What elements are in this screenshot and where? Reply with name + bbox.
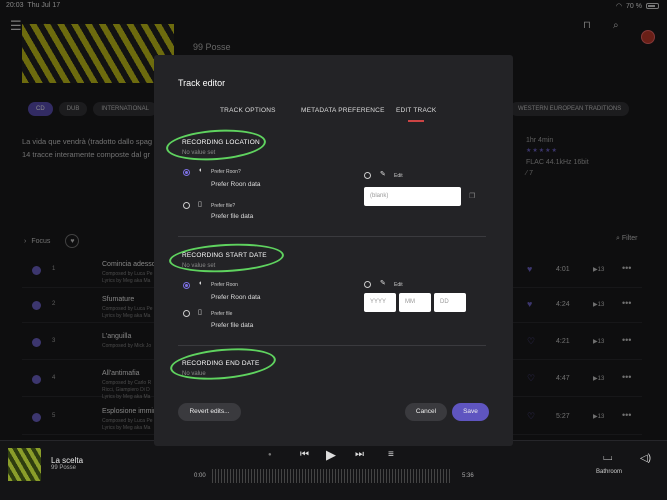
tab-track-options[interactable]: TRACK OPTIONS	[220, 107, 276, 114]
cancel-button[interactable]: Cancel	[405, 403, 447, 421]
prefer-roon-radio[interactable]	[183, 169, 190, 176]
now-playing-title[interactable]: La scelta	[51, 456, 83, 465]
divider	[178, 345, 486, 346]
revert-edits-button[interactable]: Revert edits...	[178, 403, 241, 421]
year-input[interactable]: YYYY	[364, 293, 396, 312]
roon-icon: ◖	[198, 280, 203, 287]
tab-metadata-preference[interactable]: METADATA PREFERENCE	[301, 107, 385, 114]
now-playing-artist[interactable]: 99 Posse	[51, 465, 76, 471]
copy-icon[interactable]: ❐	[469, 192, 475, 200]
file-icon: ▯	[198, 309, 202, 316]
dialog-title: Track editor	[178, 78, 226, 88]
save-button[interactable]: Save	[452, 403, 489, 421]
previous-icon[interactable]: ⏮	[300, 449, 309, 460]
edit-radio[interactable]	[364, 172, 371, 179]
seek-waveform[interactable]	[212, 469, 452, 483]
volume-icon[interactable]: ◁)	[640, 453, 651, 464]
now-playing-art[interactable]	[8, 448, 41, 481]
pencil-icon: ✎	[380, 280, 386, 287]
tab-edit-track[interactable]: EDIT TRACK	[396, 107, 436, 122]
tab-bar: TRACK OPTIONS METADATA PREFERENCE EDIT T…	[154, 107, 513, 125]
month-input[interactable]: MM	[399, 293, 431, 312]
prefer-file-radio[interactable]	[183, 202, 190, 209]
next-icon[interactable]: ⏭	[355, 449, 364, 460]
roon-icon: ◖	[198, 167, 203, 174]
file-icon: ▯	[198, 201, 202, 208]
recording-location-input[interactable]: (blank)	[364, 187, 461, 206]
queue-icon[interactable]: ≡	[388, 449, 394, 460]
zone-name[interactable]: Bathroom	[596, 469, 622, 475]
pencil-icon: ✎	[380, 171, 386, 178]
edit-radio[interactable]	[364, 281, 371, 288]
prefer-file-radio[interactable]	[183, 310, 190, 317]
divider	[178, 236, 486, 237]
bathtub-icon[interactable]: ⌴	[603, 449, 613, 464]
play-icon[interactable]: ▶	[326, 447, 336, 463]
prefer-roon-radio[interactable]	[183, 282, 190, 289]
player-bar: La scelta 99 Posse ● ⏮ ▶ ⏭ ≡ 0:00 5:36 ⌴…	[0, 440, 667, 500]
dot-icon: ●	[268, 452, 272, 458]
day-input[interactable]: DD	[434, 293, 466, 312]
